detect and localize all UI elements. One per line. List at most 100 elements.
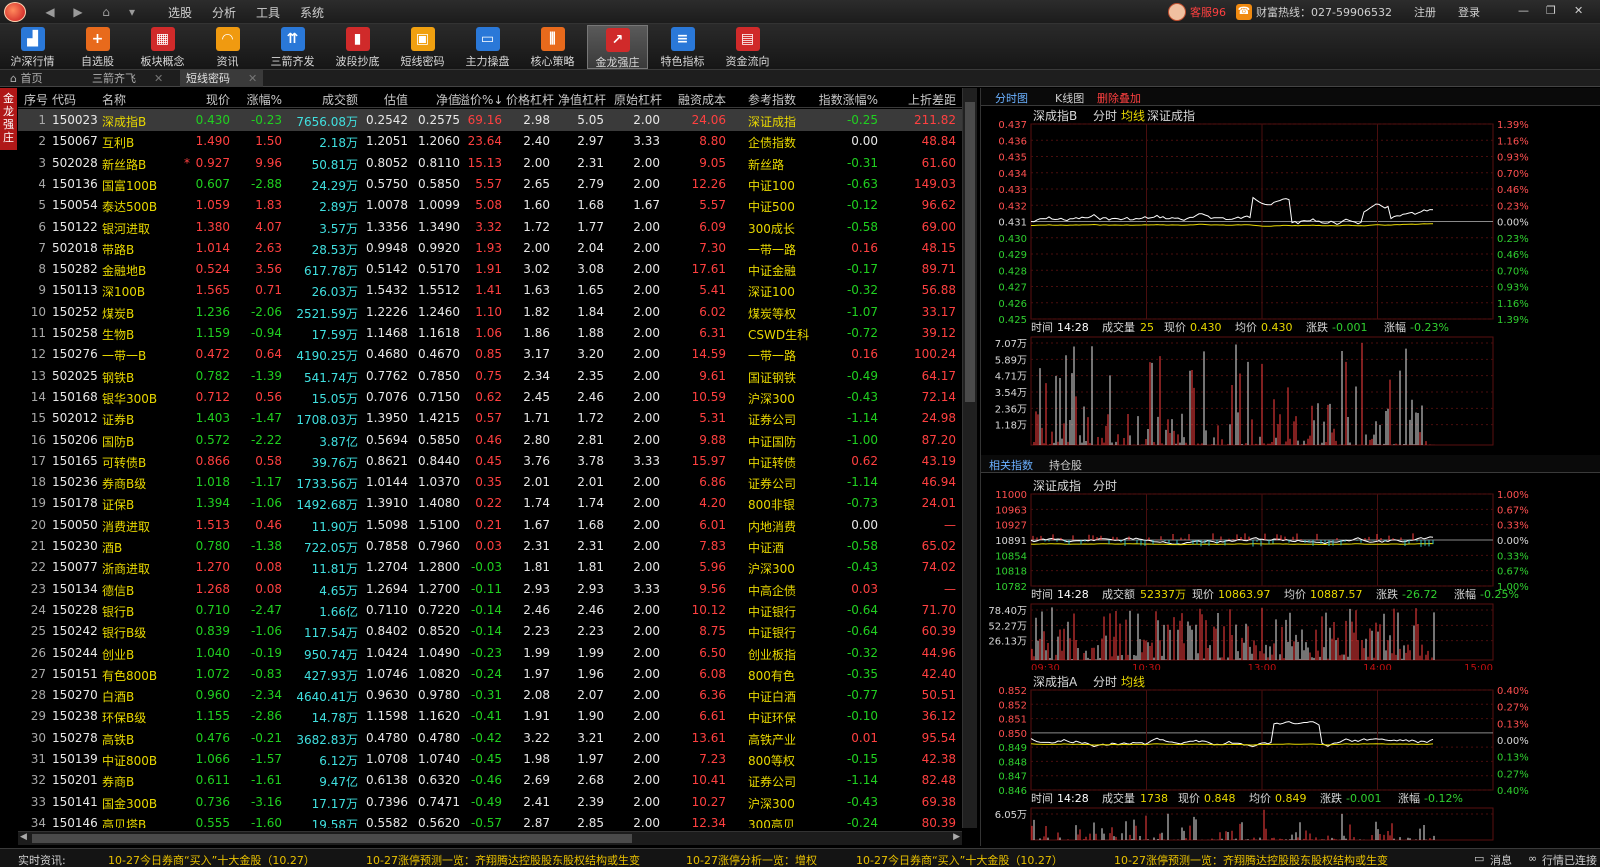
menu-item-analysis[interactable]: 分析	[212, 4, 236, 21]
column-header[interactable]: 融资成本	[664, 91, 726, 108]
menu-item-tools[interactable]: 工具	[256, 4, 280, 21]
table-row[interactable]: 25 150242 银行B级 0.839 -1.06 117.54万 0.8402 0.852…	[18, 620, 962, 642]
column-header[interactable]: 指数涨幅%	[816, 91, 878, 108]
horizontal-scrollbar[interactable]: ◀ ▶	[18, 831, 962, 845]
table-row[interactable]: 28 150270 白酒B 0.960 -2.34 4640.41万 0.9630 0.978…	[18, 684, 962, 706]
news-item[interactable]: 10-27涨停预测一览：齐翔腾达控股股东股权结构或生变	[1114, 852, 1388, 867]
table-row[interactable]: 10 150252 煤炭B 1.236 -2.06 2521.59万 1.2226 1.246…	[18, 301, 962, 323]
table-row[interactable]: 5 150054 泰达500B 1.059 1.83 2.89万 1.0078 1.0099 5…	[18, 194, 962, 216]
toolbar-button-5[interactable]: ⇈ 三箭齐发	[262, 25, 323, 69]
intraday-chart-a-share[interactable]: 深成指A 分时 均线 0.852 0.852 0.851 0.850 0.849 0.848 0.…	[981, 672, 1600, 846]
column-header[interactable]: 成交额	[288, 91, 358, 108]
table-row[interactable]: 33 150141 国金300B 0.736 -3.16 17.17万 0.7396 0.74…	[18, 791, 962, 813]
column-header[interactable]: 涨幅%	[244, 91, 282, 108]
column-header[interactable]: 价格杠杆	[506, 91, 554, 108]
tab-intraday[interactable]: 分时图	[995, 90, 1028, 106]
tab-short-code[interactable]: 短线密码 ✕	[180, 70, 264, 87]
table-row[interactable]: 6 150122 银河进取 1.380 4.07 3.57万 1.3356 1.3490 3.3…	[18, 216, 962, 238]
login-link[interactable]: 登录	[1458, 4, 1480, 20]
back-arrow-icon[interactable]: ◀	[42, 4, 58, 20]
table-row[interactable]: 17 150165 可转债B 0.866 0.58 39.76万 0.8621 0.8440 0…	[18, 450, 962, 472]
tab-home[interactable]: ⌂ 首页	[4, 70, 48, 87]
table-row[interactable]: 31 150139 中证800B 1.066 -1.57 6.12万 1.0708 1.074…	[18, 748, 962, 770]
table-row[interactable]: 20 150050 消费进取 1.513 0.46 11.90万 1.5098 1.5100 0…	[18, 514, 962, 536]
tab-remove-overlay[interactable]: 删除叠加	[1097, 90, 1141, 106]
menu-item-system[interactable]: 系统	[300, 4, 324, 21]
scroll-left-icon[interactable]: ◀	[20, 832, 27, 842]
scroll-right-icon[interactable]: ▶	[953, 832, 960, 842]
table-row[interactable]: 21 150230 酒B 0.780 -1.38 722.05万 0.7858 0.7960 0…	[18, 535, 962, 557]
table-row[interactable]: 24 150228 银行B 0.710 -2.47 1.66亿 0.7110 0.7220 -0…	[18, 599, 962, 621]
news-item[interactable]: 10-27今日券商“买入”十大金股（10.27）	[856, 852, 1063, 867]
table-row[interactable]: 30 150278 高铁B 0.476 -0.21 3682.83万 0.4780 0.478…	[18, 727, 962, 749]
table-row[interactable]: 14 150168 银华300B 0.712 0.56 15.05万 0.7076 0.715…	[18, 386, 962, 408]
tab-related-index[interactable]: 相关指数	[989, 457, 1033, 473]
column-header[interactable]: 序号	[24, 91, 48, 108]
minimize-icon[interactable]: —	[1518, 4, 1529, 17]
table-row[interactable]: 12 150276 一带一B 0.472 0.64 4190.25万 0.4680 0.467…	[18, 343, 962, 365]
close-icon[interactable]: ✕	[1574, 4, 1583, 17]
toolbar-button-6[interactable]: ▮ 波段抄底	[327, 25, 388, 69]
table-row[interactable]: 34 150146 高贝塔B 0.555 -1.60 19.58万 0.5582 0.5620…	[18, 812, 962, 828]
tab-close-icon[interactable]: ✕	[154, 72, 163, 85]
table-row[interactable]: 22 150077 浙商进取 1.270 0.08 11.81万 1.2704 1.2800-…	[18, 556, 962, 578]
column-header[interactable]: 净值	[414, 91, 460, 108]
table-row[interactable]: 23 150134 德信B 1.268 0.08 4.65万 1.2694 1.2700 -0.…	[18, 578, 962, 600]
table-row[interactable]: 4 150136 国富100B 0.607 -2.88 24.29万 0.5750 0.585…	[18, 173, 962, 195]
connection-status[interactable]: 行情已连接	[1542, 852, 1597, 867]
user-name[interactable]: 客服96	[1190, 4, 1226, 20]
column-header[interactable]: 估值	[362, 91, 408, 108]
column-header[interactable]: 参考指数	[748, 91, 818, 108]
scroll-thumb[interactable]	[965, 102, 975, 402]
table-row[interactable]: 18 150236 券商B级 1.018 -1.17 1733.56万 1.0144 1.03…	[18, 471, 962, 493]
column-header[interactable]: 上折差距	[896, 91, 956, 108]
toolbar-button-7[interactable]: ▣ 短线密码	[392, 25, 453, 69]
news-item[interactable]: 10-27今日券商“买入”十大金股（10.27）	[108, 852, 315, 867]
table-row[interactable]: 29 150238 环保B级 1.155 -2.86 14.78万 1.1598 1.1620…	[18, 705, 962, 727]
user-avatar-icon[interactable]	[1168, 3, 1186, 21]
tab-holdings[interactable]: 持仓股	[1049, 457, 1082, 473]
news-item[interactable]: 10-27涨停预测一览：齐翔腾达控股股东股权结构或生变	[366, 852, 640, 867]
table-row[interactable]: 16 150206 国防B 0.572 -2.22 3.87亿 0.5694 0.5850 0.…	[18, 429, 962, 451]
intraday-chart-main[interactable]: 深成指B 分时 均线 深证成指 0.437 0.436 0.435 0.434 0.433 0.4…	[981, 106, 1600, 448]
toolbar-button-11[interactable]: ≡ 特色指标	[652, 25, 713, 69]
chevron-down-icon[interactable]: ▾	[124, 4, 140, 20]
tab-kline[interactable]: K线图	[1055, 90, 1084, 106]
restore-icon[interactable]: ❐	[1546, 4, 1556, 17]
register-link[interactable]: 注册	[1414, 4, 1436, 20]
column-header[interactable]: 净值杠杆	[558, 91, 606, 108]
table-row[interactable]: 3 502028 新丝路B 0.927 9.96 50.81万 0.8052 0.8110 15…	[18, 152, 962, 174]
toolbar-button-3[interactable]: ▦ 板块概念	[132, 25, 193, 69]
tab-close-icon[interactable]: ✕	[248, 72, 257, 85]
table-row[interactable]: 19 150178 证保B 1.394 -1.06 1492.68万 1.3910 1.408…	[18, 492, 962, 514]
message-icon[interactable]: ▭	[1474, 852, 1484, 865]
column-header[interactable]: 代码	[52, 91, 100, 108]
column-header[interactable]: 溢价%↓	[458, 91, 503, 108]
column-header[interactable]: 名称	[102, 91, 182, 108]
table-row[interactable]: 2 150067 互利B 1.490 1.50 2.18万 1.2051 1.2060 23.6…	[18, 130, 962, 152]
table-row[interactable]: 27 150151 有色800B 1.072 -0.83 427.93万 1.0746 1.0…	[18, 663, 962, 685]
vertical-scrollbar[interactable]	[962, 88, 977, 828]
column-header[interactable]: 原始杠杆	[614, 91, 662, 108]
hscroll-thumb[interactable]	[32, 834, 632, 843]
tab-three-arrows[interactable]: 三箭齐飞 ✕	[86, 70, 169, 87]
table-row[interactable]: 26 150244 创业B 1.040 -0.19 950.74万 1.0424 1.0490…	[18, 642, 962, 664]
toolbar-button-10[interactable]: ↗ 金龙强庄	[587, 25, 648, 69]
message-link[interactable]: 消息	[1490, 852, 1512, 867]
table-row[interactable]: 13 502025 钢铁B 0.782 -1.39 541.74万 0.7762 0.7850…	[18, 365, 962, 387]
toolbar-button-12[interactable]: ▤ 资金流向	[717, 25, 778, 69]
table-row[interactable]: 1 150023 深成指B 0.430 -0.23 7656.08万 0.2542 0.257…	[18, 109, 962, 131]
menu-item-select-stock[interactable]: 选股	[168, 4, 192, 21]
toolbar-button-1[interactable]: ▟ 沪深行情	[2, 25, 63, 69]
table-row[interactable]: 9 150113 深100B 1.565 0.71 26.03万 1.5432 1.5512 1…	[18, 279, 962, 301]
toolbar-button-2[interactable]: + 自选股	[67, 25, 128, 69]
news-item[interactable]: 10-27涨停分析一览：增权	[686, 852, 817, 867]
toolbar-button-9[interactable]: ⫼ 核心策略	[522, 25, 583, 69]
toolbar-button-8[interactable]: ▭ 主力操盘	[457, 25, 518, 69]
home-icon[interactable]: ⌂	[98, 4, 114, 20]
table-row[interactable]: 32 150201 券商B 0.611 -1.61 9.47亿 0.6138 0.6320 -0…	[18, 769, 962, 791]
toolbar-button-4[interactable]: ◠ 资讯	[197, 25, 258, 69]
intraday-chart-index[interactable]: 深证成指 分时 11000 10963 10927 10891 10854 10818 1078…	[981, 474, 1600, 670]
side-label-golden-dragon[interactable]: 金龙强庄	[0, 88, 17, 150]
table-row[interactable]: 15 502012 证券B 1.403 -1.47 1708.03万 1.3950 1.421…	[18, 407, 962, 429]
